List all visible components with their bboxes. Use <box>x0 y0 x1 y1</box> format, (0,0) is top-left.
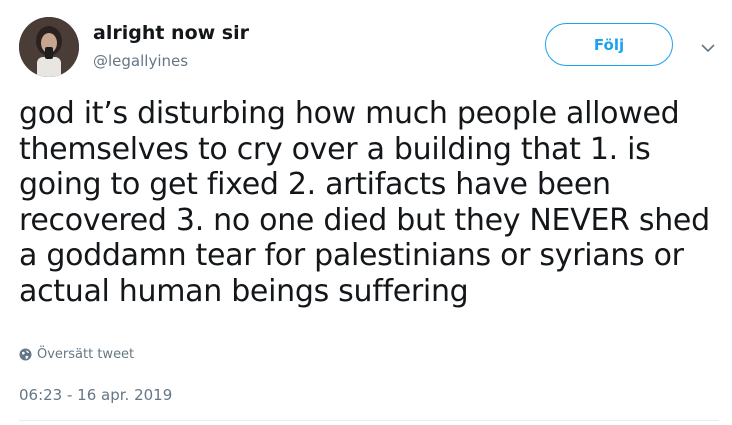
avatar[interactable] <box>19 17 79 77</box>
translate-tweet-link[interactable]: Översätt tweet <box>19 347 134 362</box>
display-name[interactable]: alright now sir <box>93 22 249 44</box>
globe-icon <box>19 348 32 361</box>
avatar-image <box>19 17 79 77</box>
tweet-menu-button[interactable] <box>698 38 718 58</box>
user-handle[interactable]: @legallyines <box>93 52 188 70</box>
chevron-down-icon <box>701 43 715 52</box>
divider <box>19 420 719 421</box>
tweet-timestamp[interactable]: 06:23 - 16 apr. 2019 <box>19 386 172 404</box>
tweet-text: god it’s disturbing how much people allo… <box>19 96 710 309</box>
follow-button[interactable]: Följ <box>545 23 673 66</box>
tweet-card: alright now sir @legallyines Följ god it… <box>0 0 732 425</box>
translate-label: Översätt tweet <box>37 347 135 362</box>
